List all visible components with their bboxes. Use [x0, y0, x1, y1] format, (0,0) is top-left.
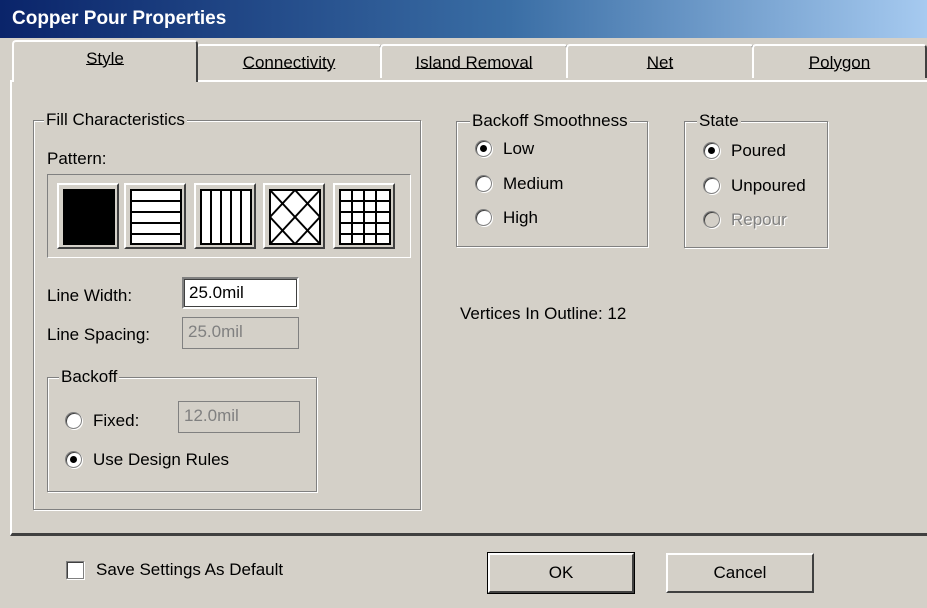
- horizontal-lines-pattern-icon: [130, 189, 182, 245]
- title-bar: Copper Pour Properties: [0, 0, 927, 38]
- window-title: Copper Pour Properties: [12, 8, 227, 29]
- fill-characteristics-label: Fill Characteristics: [44, 109, 187, 131]
- tab-island-removal[interactable]: Island Removal: [380, 44, 568, 78]
- diagonal-crosshatch-pattern-icon: [269, 189, 321, 245]
- use-design-rules-radio[interactable]: [65, 451, 82, 468]
- tab-polygon[interactable]: Polygon: [752, 44, 927, 78]
- smoothness-low-label: Low: [503, 139, 535, 158]
- cancel-button[interactable]: Cancel: [666, 553, 814, 593]
- line-width-label: Line Width:: [47, 286, 133, 305]
- smoothness-low-radio[interactable]: [475, 140, 492, 157]
- save-settings-default-label: Save Settings As Default: [96, 560, 284, 579]
- smoothness-high-label: High: [503, 208, 538, 227]
- solid-pattern-button[interactable]: [57, 183, 119, 249]
- vertices-in-outline-text: Vertices In Outline: 12: [460, 304, 627, 323]
- state-repour-radio[interactable]: [703, 211, 720, 228]
- tab-connectivity[interactable]: Connectivity: [196, 44, 382, 78]
- smoothness-medium-radio[interactable]: [475, 175, 492, 192]
- state-unpoured-label: Unpoured: [731, 176, 806, 195]
- line-spacing-field[interactable]: 25.0mil: [182, 317, 299, 349]
- tab-label: Connectivity: [242, 53, 336, 72]
- backoff-smoothness-label: Backoff Smoothness: [470, 110, 630, 132]
- backoff-fixed-label: Fixed:: [93, 411, 140, 430]
- tab-label: Net: [646, 53, 674, 72]
- grid-pattern-button[interactable]: [333, 183, 395, 249]
- smoothness-medium-label: Medium: [503, 174, 564, 193]
- use-design-rules-label: Use Design Rules: [93, 450, 230, 469]
- state-unpoured-radio[interactable]: [703, 177, 720, 194]
- backoff-group: Backoff: [47, 366, 317, 492]
- tab-label: Island Removal: [415, 53, 533, 72]
- smoothness-high-radio[interactable]: [475, 209, 492, 226]
- line-width-field[interactable]: 25.0mil: [182, 277, 299, 309]
- tab-label: Polygon: [808, 53, 871, 72]
- vertical-lines-pattern-button[interactable]: [194, 183, 256, 249]
- ok-button[interactable]: OK: [487, 552, 635, 594]
- state-label: State: [697, 110, 741, 132]
- horizontal-lines-pattern-button[interactable]: [124, 183, 186, 249]
- state-poured-radio[interactable]: [703, 142, 720, 159]
- pattern-label: Pattern:: [47, 149, 107, 168]
- grid-pattern-icon: [339, 189, 391, 245]
- tab-label: Style: [86, 49, 124, 68]
- save-settings-default-checkbox[interactable]: [66, 561, 84, 579]
- solid-pattern-icon: [63, 189, 115, 245]
- backoff-fixed-radio[interactable]: [65, 412, 82, 429]
- state-repour-label: Repour: [731, 210, 787, 229]
- vertical-lines-pattern-icon: [200, 189, 252, 245]
- tab-style[interactable]: Style: [12, 40, 198, 82]
- diagonal-crosshatch-pattern-button[interactable]: [263, 183, 325, 249]
- state-poured-label: Poured: [731, 141, 786, 160]
- backoff-fixed-field[interactable]: 12.0mil: [178, 401, 300, 433]
- backoff-label: Backoff: [59, 366, 120, 388]
- tab-net[interactable]: Net: [566, 44, 754, 78]
- line-spacing-label: Line Spacing:: [47, 325, 151, 344]
